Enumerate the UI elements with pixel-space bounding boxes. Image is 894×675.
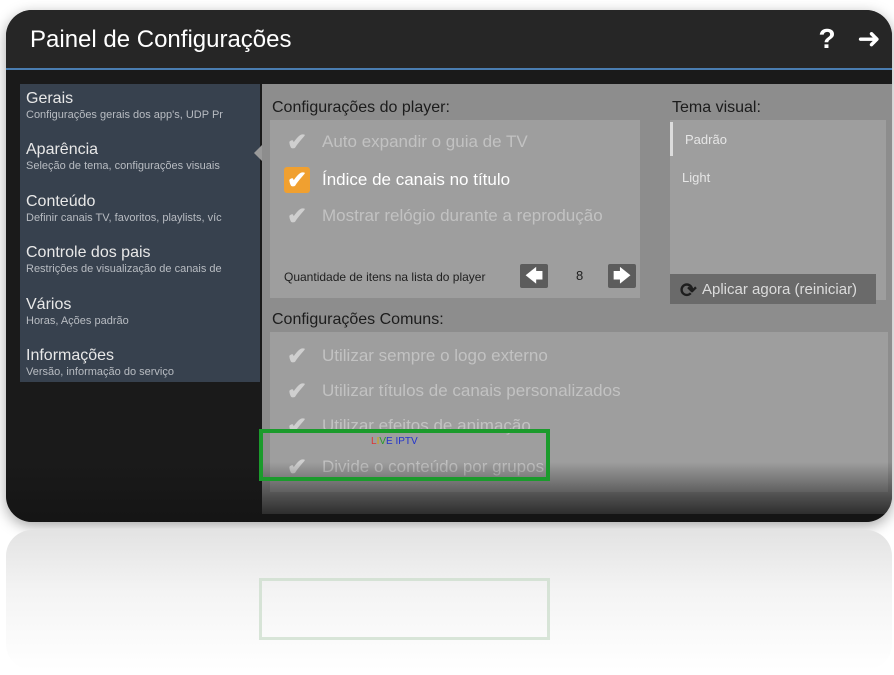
- sidebar-item-subtitle: Versão, informação do serviço: [26, 366, 174, 378]
- apply-theme-label: Aplicar agora (reiniciar): [702, 281, 858, 298]
- sidebar-item-informacoes[interactable]: Informações Versão, informação do serviç…: [26, 347, 258, 379]
- sidebar-item-gerais[interactable]: Gerais Configurações gerais dos app's, U…: [26, 90, 258, 122]
- option-channel-index-title[interactable]: ✔ Índice de canais no título: [284, 166, 510, 194]
- option-label: Auto expandir o guia de TV: [322, 132, 528, 151]
- option-auto-expand-guide[interactable]: ✔ Auto expandir o guia de TV: [284, 128, 528, 156]
- option-external-logo[interactable]: ✔ Utilizar sempre o logo externo: [284, 342, 548, 370]
- theme-option-label: Padrão: [685, 132, 727, 147]
- sidebar-item-subtitle: Configurações gerais dos app's, UDP Pr: [26, 109, 223, 121]
- sidebar-item-label: Controle dos pais: [26, 244, 151, 261]
- option-custom-channel-titles[interactable]: ✔ Utilizar títulos de canais personaliza…: [284, 377, 621, 405]
- qty-increase-button[interactable]: 🡆: [608, 264, 636, 288]
- settings-sidebar: Gerais Configurações gerais dos app's, U…: [20, 84, 260, 382]
- sidebar-item-conteudo[interactable]: Conteúdo Definir canais TV, favoritos, p…: [26, 193, 258, 225]
- sidebar-item-subtitle: Restrições de visualização de canais de: [26, 263, 222, 275]
- check-icon: ✔: [286, 128, 308, 156]
- forward-arrow-icon: ➜: [857, 23, 881, 54]
- theme-option-padrao[interactable]: Padrão: [670, 122, 889, 156]
- common-section-title: Configurações Comuns:: [272, 311, 444, 328]
- arrow-left-icon: 🡄: [524, 266, 544, 286]
- reflection-highlight: [259, 578, 550, 640]
- sidebar-item-subtitle: Seleção de tema, configurações visuais: [26, 160, 220, 172]
- player-settings-panel: ✔ Auto expandir o guia de TV ✔ Índice de…: [270, 120, 640, 298]
- selection-pointer-icon: [254, 145, 262, 161]
- page-title: Painel de Configurações: [30, 26, 292, 53]
- sidebar-item-label: Informações: [26, 347, 115, 364]
- forward-button[interactable]: ➜: [852, 22, 886, 56]
- sidebar-item-label: Conteúdo: [26, 193, 96, 210]
- option-label: Índice de canais no título: [322, 170, 511, 189]
- help-button[interactable]: ?: [812, 22, 842, 56]
- title-bar: Painel de Configurações ? ➜: [6, 10, 892, 70]
- sidebar-item-subtitle: Definir canais TV, favoritos, playlists,…: [26, 212, 222, 224]
- sidebar-item-label: Gerais: [26, 90, 74, 107]
- theme-option-label: Light: [682, 170, 711, 185]
- player-section-title: Configurações do player:: [272, 99, 450, 116]
- player-list-qty-label: Quantidade de itens na lista do player: [284, 270, 486, 284]
- sidebar-item-varios[interactable]: Vários Horas, Ações padrão: [26, 296, 258, 328]
- check-icon: ✔: [286, 377, 308, 405]
- sidebar-item-subtitle: Horas, Ações padrão: [26, 315, 129, 327]
- arrow-right-icon: 🡆: [612, 266, 632, 286]
- watermark-logo: LIVE IPTV: [371, 436, 418, 447]
- qty-decrease-button[interactable]: 🡄: [520, 264, 548, 288]
- check-icon: ✔: [286, 202, 308, 230]
- sidebar-item-label: Vários: [26, 296, 72, 313]
- option-label: Mostrar relógio durante a reprodução: [322, 206, 603, 225]
- sidebar-item-controle-pais[interactable]: Controle dos pais Restrições de visualiz…: [26, 244, 258, 276]
- theme-option-light[interactable]: Light: [670, 160, 886, 194]
- screen-reflection: [6, 530, 892, 670]
- check-icon: ✔: [286, 342, 308, 370]
- apply-theme-button[interactable]: ⟳ Aplicar agora (reiniciar): [670, 274, 876, 304]
- sidebar-item-label: Aparência: [26, 141, 99, 158]
- help-icon: ?: [818, 23, 836, 54]
- refresh-icon: ⟳: [680, 280, 697, 302]
- option-label: Utilizar títulos de canais personalizado…: [322, 381, 621, 400]
- option-label: Utilizar sempre o logo externo: [322, 346, 548, 365]
- qty-value: 8: [576, 268, 584, 283]
- option-show-clock[interactable]: ✔ Mostrar relógio durante a reprodução: [284, 202, 603, 230]
- sidebar-item-aparencia[interactable]: Aparência Seleção de tema, configurações…: [26, 141, 258, 173]
- theme-list-panel: Padrão Light: [670, 120, 886, 300]
- theme-section-title: Tema visual:: [672, 99, 761, 116]
- check-icon: ✔: [284, 167, 310, 194]
